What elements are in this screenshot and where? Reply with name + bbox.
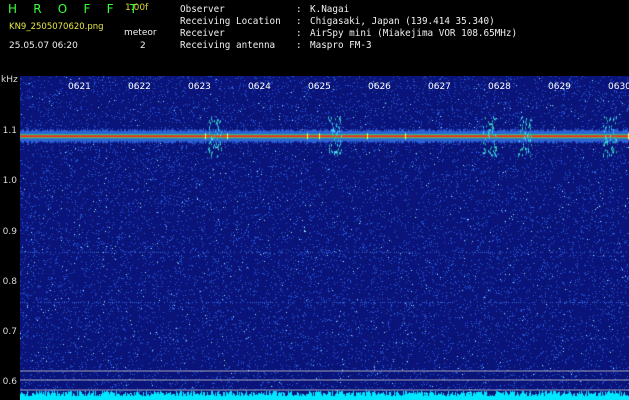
header-panel: H R O F F T 1.00f KN9_2505070620.png met… xyxy=(0,0,629,76)
time-tick-label: 0621 xyxy=(68,82,91,92)
time-tick-label: 0626 xyxy=(368,82,391,92)
app-title: H R O F F T xyxy=(8,2,144,16)
location-row: Receiving Location: Chigasaki, Japan (139… xyxy=(180,16,517,28)
separator: : xyxy=(296,4,302,15)
time-tick-label: 0624 xyxy=(248,82,271,92)
meteor-label: meteor xyxy=(124,28,157,38)
baseline-markers xyxy=(20,370,629,391)
y-tick-label: 0.6 xyxy=(2,377,17,388)
observer-row: Observer: K.Nagai xyxy=(180,4,517,16)
frequency-unit-label: kHz xyxy=(1,75,18,85)
time-tick-label: 0623 xyxy=(188,82,211,92)
filename-label: KN9_2505070620.png xyxy=(9,22,104,32)
antenna-value: Maspro FM-3 xyxy=(310,40,372,51)
y-tick-label: 0.8 xyxy=(2,276,17,287)
y-tick-label: 1.0 xyxy=(2,176,17,187)
antenna-row: Receiving antenna: Maspro FM-3 xyxy=(180,40,517,52)
y-tick-label: 1.1 xyxy=(2,126,17,137)
receiver-value: AirSpy mini (Miakejima VOR 108.65MHz) xyxy=(310,28,518,39)
y-tick-label: 0.7 xyxy=(2,327,17,338)
separator: : xyxy=(296,40,302,51)
time-tick-label: 0622 xyxy=(128,82,151,92)
time-tick-label: 0625 xyxy=(308,82,331,92)
location-key: Receiving Location xyxy=(180,16,281,27)
station-info: Observer: K.Nagai Receiving Location: Chig… xyxy=(180,4,517,52)
receiver-row: Receiver: AirSpy mini (Miakejima VOR 108.… xyxy=(180,28,517,40)
observer-key: Observer xyxy=(180,4,225,15)
separator: : xyxy=(296,28,302,39)
time-tick-label: 0629 xyxy=(548,82,571,92)
time-tick-label: 0627 xyxy=(428,82,451,92)
receiver-key: Receiver xyxy=(180,28,225,39)
version-label: 1.00f xyxy=(125,3,149,13)
observer-value: K.Nagai xyxy=(310,4,350,15)
antenna-key: Receiving antenna xyxy=(180,40,276,51)
y-tick-label: 0.9 xyxy=(2,226,17,237)
spectrogram-waterfall xyxy=(20,76,629,400)
location-value: Chigasaki, Japan (139.414 35.340) xyxy=(310,16,495,27)
time-tick-label: 0628 xyxy=(488,82,511,92)
separator: : xyxy=(296,16,302,27)
meteor-count: 2 xyxy=(140,41,146,51)
datetime-label: 25.05.07 06:20 xyxy=(9,41,78,51)
time-tick-label: 0630 xyxy=(608,82,629,92)
